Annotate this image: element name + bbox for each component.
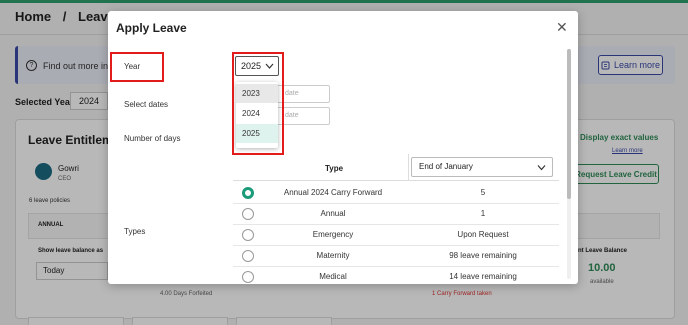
radio-button[interactable] <box>242 250 254 262</box>
number-of-days-label: Number of days <box>124 134 181 143</box>
chevron-down-icon <box>537 165 546 171</box>
radio-selected[interactable] <box>242 187 254 199</box>
leave-type-row[interactable]: Maternity 98 leave remaining <box>233 246 559 267</box>
year-dropdown-highlight <box>232 52 284 155</box>
leave-type-value: 98 leave remaining <box>449 251 517 260</box>
leave-type-name: Annual <box>320 209 346 218</box>
leave-type-row[interactable]: Annual 2024 Carry Forward 5 <box>233 183 559 204</box>
leave-type-value: 14 leave remaining <box>449 272 517 281</box>
leave-type-name: Annual 2024 Carry Forward <box>283 188 383 197</box>
header-divider <box>408 154 409 181</box>
radio-button[interactable] <box>242 271 254 283</box>
leave-type-value: 1 <box>480 209 486 218</box>
type-column-header: Type <box>325 164 344 173</box>
leave-type-value: 5 <box>480 188 486 197</box>
modal-scrollbar[interactable] <box>567 49 571 279</box>
close-icon[interactable]: ✕ <box>556 20 568 34</box>
radio-button[interactable] <box>242 229 254 241</box>
leave-type-row[interactable]: Medical 14 leave remaining <box>233 267 559 284</box>
select-dates-label: Select dates <box>124 100 169 109</box>
modal-title: Apply Leave <box>116 21 187 35</box>
leave-type-name: Medical <box>319 272 347 281</box>
month-select-value: End of January <box>419 162 473 171</box>
year-label-highlight <box>110 52 164 82</box>
leave-type-value: Upon Request <box>457 230 509 239</box>
types-label: Types <box>124 227 146 236</box>
balance-month-select[interactable]: End of January <box>411 157 553 177</box>
leave-type-row[interactable]: Emergency Upon Request <box>233 225 559 246</box>
radio-button[interactable] <box>242 208 254 220</box>
scrollbar-thumb[interactable] <box>567 49 571 199</box>
leave-type-row[interactable]: Annual 1 <box>233 204 559 225</box>
leave-type-name: Emergency <box>312 230 354 239</box>
apply-leave-modal: Apply Leave ✕ Year Select dates Number o… <box>108 11 578 284</box>
leave-type-name: Maternity <box>316 251 350 260</box>
